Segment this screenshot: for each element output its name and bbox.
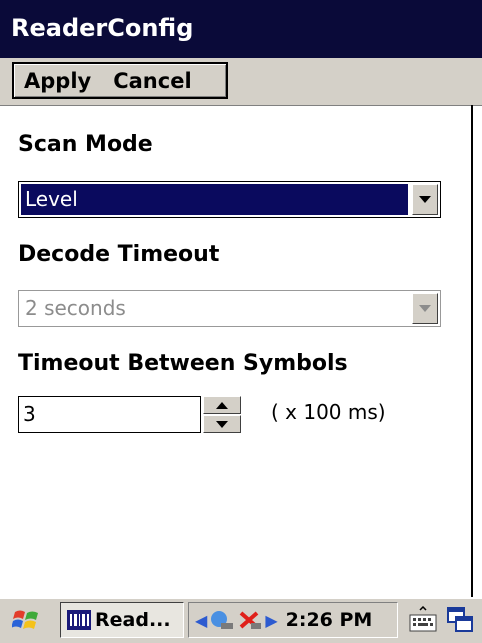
decode-timeout-dropdown-button: [412, 293, 438, 324]
chevron-up-icon: [216, 401, 228, 409]
chevron-down-icon: [216, 420, 228, 428]
keyboard-icon[interactable]: [408, 606, 438, 634]
network-icon[interactable]: [209, 609, 235, 631]
scan-mode-dropdown[interactable]: Level: [18, 181, 441, 218]
decode-timeout-value: 2 seconds: [25, 296, 126, 320]
timeout-between-input[interactable]: 3: [18, 396, 201, 433]
taskbar: Read... ◀ ▶ 2:26 PM: [0, 597, 482, 643]
window-border: [471, 105, 473, 598]
menu-group: Apply Cancel: [12, 62, 228, 99]
timeout-between-spinner: [203, 396, 241, 433]
system-tray: ◀ ▶ 2:26 PM: [188, 602, 398, 638]
scan-mode-label: Scan Mode: [18, 132, 153, 157]
cancel-button[interactable]: Cancel: [91, 69, 191, 93]
app-icon: [67, 610, 91, 630]
warning-icon[interactable]: [237, 609, 263, 631]
scan-mode-dropdown-button[interactable]: [412, 184, 438, 215]
spin-up-button[interactable]: [203, 396, 241, 414]
timeout-between-label: Timeout Between Symbols: [18, 351, 348, 376]
taskbar-app-label: Read...: [95, 609, 171, 631]
clock[interactable]: 2:26 PM: [286, 609, 373, 631]
chevron-down-icon: [419, 196, 431, 203]
tray-right-arrow-icon[interactable]: ▶: [265, 611, 277, 630]
tray-left-arrow-icon[interactable]: ◀: [195, 611, 207, 630]
apply-button[interactable]: Apply: [14, 69, 91, 93]
window-title: ReaderConfig: [11, 14, 194, 42]
windows-icon[interactable]: [446, 606, 474, 634]
chevron-down-icon: [419, 305, 431, 312]
spin-down-button[interactable]: [203, 415, 241, 433]
taskbar-app-button[interactable]: Read...: [60, 602, 184, 638]
title-bar: ReaderConfig: [0, 0, 482, 58]
menu-bar: Apply Cancel: [0, 58, 482, 106]
decode-timeout-dropdown: 2 seconds: [18, 290, 441, 327]
decode-timeout-label: Decode Timeout: [18, 242, 220, 267]
start-flag-icon[interactable]: [12, 606, 42, 634]
scan-mode-value: Level: [21, 184, 408, 215]
timeout-unit-label: ( x 100 ms): [271, 400, 386, 424]
